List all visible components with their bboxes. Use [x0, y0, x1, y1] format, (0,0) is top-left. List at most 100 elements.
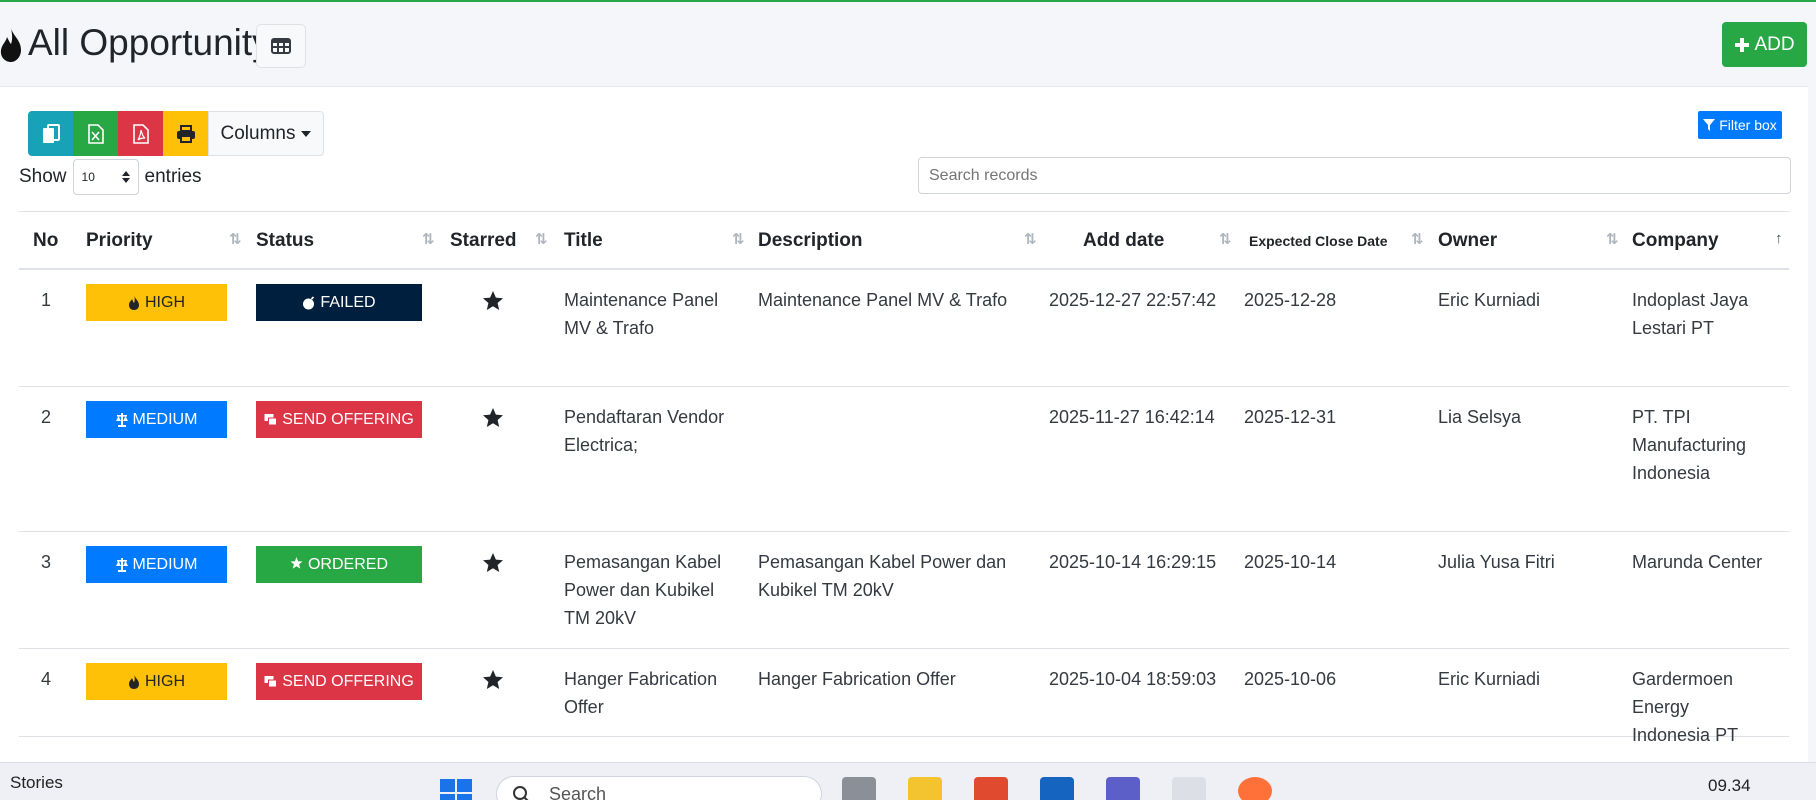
cell-description-line: Pemasangan Kabel Power dan [758, 552, 1007, 572]
priority-label: MEDIUM [132, 555, 198, 573]
taskbar-stories-label[interactable]: Stories [10, 773, 63, 793]
column-header-company[interactable]: Company ↑ [1632, 212, 1789, 269]
cell-title-line: TM 20kV [564, 608, 637, 628]
balance-scale-icon [115, 557, 128, 572]
copy-icon [42, 123, 60, 143]
star-icon[interactable] [482, 552, 504, 574]
sort-icon: ⇅ [1024, 231, 1037, 248]
app-icon[interactable] [974, 777, 1008, 800]
cell-add-date: 2025-10-04 18:59:03 [1049, 669, 1217, 689]
column-header-description[interactable]: Description ⇅ [758, 212, 1048, 269]
print-button[interactable] [163, 111, 208, 156]
status-label: SEND OFFERING [282, 672, 414, 690]
excel-button[interactable] [73, 111, 118, 156]
task-view-icon[interactable] [842, 777, 876, 800]
cell-title: Maintenance Panel MV & Trafo [564, 286, 744, 342]
add-button-label: ADD [1754, 33, 1795, 55]
cell-title-line: Electrica; [564, 435, 639, 455]
filter-icon [1703, 119, 1716, 131]
cell-owner: Julia Yusa Fitri [1438, 552, 1555, 572]
columns-dropdown-button[interactable]: Columns [208, 111, 324, 156]
cell-expected-close-date: 2025-12-31 [1244, 407, 1337, 427]
taskbar-search-box[interactable]: Search [496, 776, 822, 800]
column-header-owner[interactable]: Owner ⇅ [1438, 212, 1626, 269]
firefox-icon[interactable] [1238, 777, 1272, 800]
column-header-title[interactable]: Title ⇅ [564, 212, 752, 269]
sort-icon: ⇅ [732, 231, 745, 248]
table-row[interactable]: 2 MEDIUM SEND OFFERING Pendaftaran Vendor El… [19, 387, 1789, 532]
sort-asc-icon: ↑ [1775, 230, 1783, 247]
cell-company-line: PT. TPI [1632, 407, 1691, 427]
cell-title-line: Maintenance Panel [564, 290, 719, 310]
outlook-icon[interactable] [1040, 777, 1074, 800]
column-header-starred[interactable]: Starred ⇅ [450, 212, 550, 269]
status-badge: SEND OFFERING [256, 401, 422, 438]
cell-company-line: Indonesia [1632, 463, 1711, 483]
column-header-expected-close-date[interactable]: Expected Close Date ⇅ [1249, 212, 1437, 269]
add-button[interactable]: ADD [1722, 22, 1807, 67]
star-icon[interactable] [482, 407, 504, 429]
star-icon[interactable] [482, 290, 504, 312]
cell-title-line: Power dan Kubikel [564, 580, 715, 600]
status-badge: ORDERED [256, 546, 422, 583]
column-header-no[interactable]: No [33, 212, 58, 269]
print-icon [176, 124, 195, 143]
caret-down-icon [301, 130, 312, 137]
taskbar-clock[interactable]: 09.34 [1708, 776, 1751, 796]
priority-label: HIGH [145, 672, 185, 690]
cell-no: 3 [41, 552, 52, 572]
cell-title-line: Hanger Fabrication [564, 669, 718, 689]
export-button-group: Columns [28, 111, 324, 156]
table-card: Columns Filter box Show 10 entries No Pr… [0, 86, 1808, 766]
file-explorer-icon[interactable] [908, 777, 942, 800]
page-length-select[interactable]: 10 [72, 159, 139, 195]
sort-icon: ⇅ [422, 231, 435, 248]
sort-icon: ⇅ [535, 231, 548, 248]
page-length-control: Show 10 entries [19, 159, 202, 195]
column-header-priority[interactable]: Priority ⇅ [86, 212, 248, 269]
pdf-button[interactable] [118, 111, 163, 156]
cell-add-date: 2025-11-27 16:42:14 [1049, 407, 1215, 427]
cell-title-line: Pemasangan Kabel [564, 552, 722, 572]
teams-icon[interactable] [1106, 777, 1140, 800]
cell-add-date: 2025-10-14 16:29:15 [1049, 552, 1217, 572]
priority-badge: MEDIUM [86, 546, 227, 583]
cell-company-line: Lestari PT [1632, 318, 1715, 338]
priority-badge: HIGH [86, 284, 227, 321]
search-icon [513, 786, 529, 800]
cell-title-line: Pendaftaran Vendor [564, 407, 725, 427]
filter-box-label: Filter box [1719, 117, 1777, 133]
cell-title-line: Offer [564, 697, 604, 717]
sort-icon: ⇅ [1411, 231, 1424, 248]
search-input[interactable] [918, 157, 1791, 194]
plus-icon [1735, 37, 1750, 52]
cell-expected-close-date: 2025-10-06 [1244, 669, 1337, 689]
page-length-value: 10 [81, 170, 95, 184]
column-header-status[interactable]: Status ⇅ [256, 212, 442, 269]
page-title: All Opportunity [28, 22, 271, 63]
copy-button[interactable] [28, 111, 73, 156]
cell-owner: Eric Kurniadi [1438, 290, 1541, 310]
cell-company-line: Manufacturing [1632, 435, 1747, 455]
table-icon [271, 38, 291, 54]
cell-title: Pemasangan Kabel Power dan Kubikel TM 20kV [564, 548, 744, 632]
filter-box-button[interactable]: Filter box [1698, 111, 1782, 139]
cell-company: Marunda Center [1632, 548, 1789, 576]
cell-description: Pemasangan Kabel Power dan Kubikel TM 20k… [758, 548, 1038, 604]
table-row[interactable]: 3 MEDIUM ORDERED Pemasangan Kabel Power dan … [19, 532, 1789, 649]
sort-updown-icon [121, 171, 130, 183]
cell-title-line: MV & Trafo [564, 318, 655, 338]
windows-start-icon[interactable] [440, 779, 472, 800]
cell-description: Maintenance Panel MV & Trafo [758, 286, 1038, 314]
cell-description-line: Maintenance Panel MV & Trafo [758, 290, 1008, 310]
column-header-add-date[interactable]: Add date ⇅ [1083, 212, 1243, 269]
table-row[interactable]: 4 HIGH SEND OFFERING Hanger Fabrication Offe… [19, 649, 1789, 745]
file-excel-icon [87, 123, 104, 144]
chrome-icon[interactable] [1172, 777, 1206, 800]
table-row[interactable]: 1 HIGH FAILED Maintenance Panel MV & Trafo Ma… [19, 270, 1789, 387]
table-view-button[interactable] [256, 24, 306, 68]
mail-bulk-icon [264, 676, 278, 688]
star-icon[interactable] [482, 669, 504, 691]
cell-description-line: Kubikel TM 20kV [758, 580, 894, 600]
cell-company: Gardermoen Energy Indonesia PT [1632, 665, 1789, 749]
